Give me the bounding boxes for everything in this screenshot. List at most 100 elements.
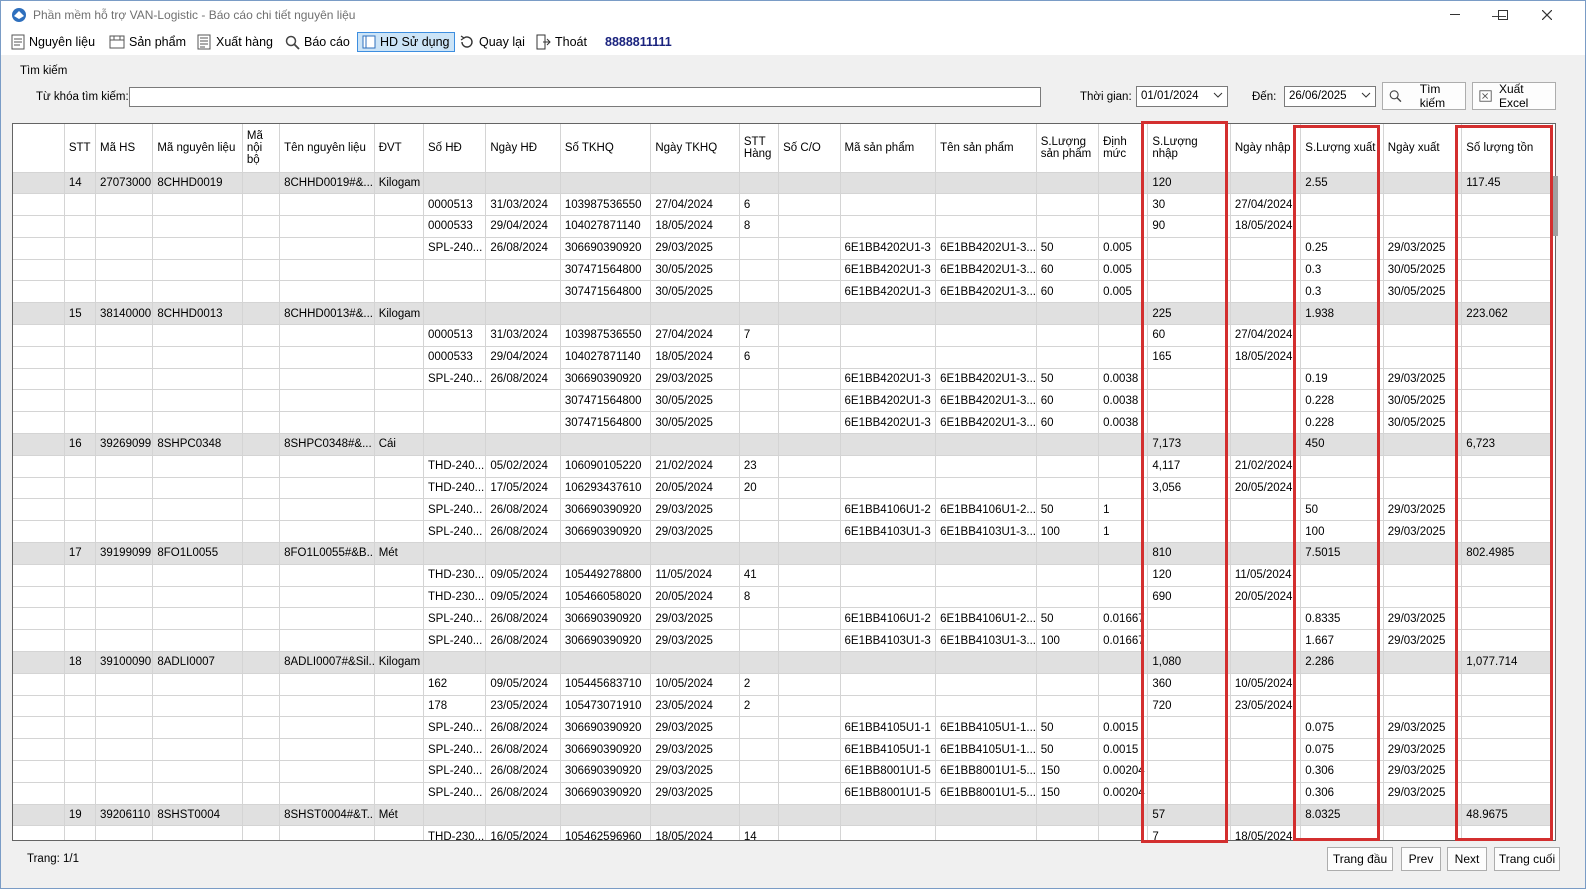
next-page-button[interactable]: Next	[1447, 847, 1487, 871]
table-row[interactable]: SPL-240... 26/08/2024 306690390920 29/03/20…	[13, 498, 1553, 522]
table-row[interactable]: 307471564800 30/05/2025 6E1BB4202U1-3 6E1BB…	[13, 280, 1553, 304]
menu-bao-cao[interactable]: Báo cáo	[285, 32, 350, 52]
table-row[interactable]: 0000533 29/04/2024 104027871140 18/05/2024 8…	[13, 215, 1553, 238]
table-group-row[interactable]: 18 39100090 8ADLI0007 8ADLI0007#&Sil... Kilo…	[13, 651, 1553, 674]
table-group-row[interactable]: 15 38140000 8CHHD0013 8CHHD0013#&... Kilogam…	[13, 302, 1553, 326]
column-header[interactable]: Số TKHQ	[560, 124, 652, 173]
table-group-row[interactable]: 16 39269099 8SHPC0348 8SHPC0348#&... Cái 7,17…	[13, 433, 1553, 456]
table-cell: 29/03/2025	[1383, 520, 1463, 544]
column-header[interactable]	[13, 124, 65, 173]
table-row[interactable]: SPL-240... 26/08/2024 306690390920 29/03/20…	[13, 520, 1553, 544]
column-header[interactable]: Ngày nhập	[1230, 124, 1302, 173]
table-cell	[560, 172, 652, 195]
column-header[interactable]: S.Lượng xuất	[1300, 124, 1384, 173]
table-cell	[64, 368, 97, 391]
last-page-button[interactable]: Trang cuối	[1494, 847, 1560, 871]
table-row[interactable]: SPL-240... 26/08/2024 306690390920 29/03/20…	[13, 368, 1553, 391]
column-header[interactable]: STT	[64, 124, 97, 173]
table-row[interactable]: SPL-240... 26/08/2024 306690390920 29/03/20…	[13, 782, 1553, 805]
menu-hd-su-dung[interactable]: HD Sử dụng	[357, 32, 455, 52]
first-page-button[interactable]: Trang đầu	[1327, 847, 1393, 871]
column-header[interactable]: Mã nội bộ	[242, 124, 281, 173]
column-header[interactable]: Mã sản phẩm	[840, 124, 937, 173]
table-cell: 6E1BB4105U1-1...	[935, 716, 1037, 740]
column-header[interactable]: Tên nguyên liệu	[279, 124, 375, 173]
table-row[interactable]: SPL-240... 26/08/2024 306690390920 29/03/20…	[13, 629, 1553, 653]
from-date-picker[interactable]: 01/01/2024	[1136, 86, 1228, 107]
table-row[interactable]: THD-230... 09/05/2024 105449278800 11/05/20…	[13, 564, 1553, 587]
table-row[interactable]: THD-240... 05/02/2024 106090105220 21/02/20…	[13, 455, 1553, 478]
close-button[interactable]	[1525, 1, 1569, 29]
table-cell: 30/05/2025	[650, 280, 740, 304]
column-header[interactable]: Mã nguyên liệu	[152, 124, 243, 173]
column-header[interactable]: STT Hàng	[739, 124, 780, 173]
menu-xuat-hang[interactable]: Xuất hàng	[196, 32, 273, 52]
table-cell	[242, 433, 281, 456]
table-cell	[1383, 433, 1463, 456]
table-row[interactable]: 178 23/05/2024 105473071910 23/05/2024 2 720 2…	[13, 695, 1553, 718]
table-cell	[560, 542, 652, 565]
search-button[interactable]: Tìm kiếm	[1382, 82, 1466, 110]
column-header[interactable]: Ngày TKHQ	[650, 124, 740, 173]
column-header[interactable]: Số HĐ	[423, 124, 487, 173]
table-cell	[1147, 259, 1231, 282]
table-row[interactable]: THD-240... 17/05/2024 106293437610 20/05/20…	[13, 477, 1553, 500]
table-cell	[1300, 324, 1384, 347]
table-row[interactable]: 307471564800 30/05/2025 6E1BB4202U1-3 6E1BB…	[13, 259, 1553, 282]
table-cell: 4,117	[1147, 455, 1231, 478]
table-row[interactable]: SPL-240... 26/08/2024 306690390920 29/03/20…	[13, 716, 1553, 740]
table-row[interactable]: SPL-240... 26/08/2024 306690390920 29/03/20…	[13, 760, 1553, 783]
table-row[interactable]: SPL-240... 26/08/2024 306690390920 29/03/20…	[13, 607, 1553, 631]
table-cell	[279, 215, 375, 238]
column-header[interactable]: Số lượng tồn	[1461, 124, 1553, 173]
prev-page-button[interactable]: Prev	[1401, 847, 1441, 871]
column-header[interactable]: Ngày xuất	[1383, 124, 1463, 173]
table-row[interactable]: 0000533 29/04/2024 104027871140 18/05/2024 6…	[13, 346, 1553, 369]
chevron-down-icon	[1213, 92, 1223, 98]
table-cell: Kilogam	[374, 651, 424, 674]
minimize-button-real[interactable]	[1433, 1, 1477, 29]
column-header[interactable]: S.Lượng sản phẩm	[1036, 124, 1100, 173]
keyword-input[interactable]	[129, 87, 1041, 107]
table-cell: 27/04/2024	[1230, 193, 1302, 217]
column-header[interactable]: Định mức	[1098, 124, 1149, 173]
vertical-scrollbar[interactable]	[1552, 176, 1558, 236]
maximize-button[interactable]	[1481, 1, 1525, 29]
table-cell: 27/04/2024	[650, 324, 740, 347]
menu-san-pham[interactable]: Sản phẩm	[109, 32, 186, 52]
menu-quay-lai[interactable]: Quay lại	[459, 32, 525, 52]
table-row[interactable]: 0000513 31/03/2024 103987536550 27/04/2024 6…	[13, 193, 1553, 217]
data-grid[interactable]: STT Mã HS Mã nguyên liệu Mã nội bộ Tên nguyê…	[12, 123, 1556, 841]
table-cell	[1036, 302, 1100, 326]
table-cell	[64, 215, 97, 238]
menu-thoat[interactable]: Thoát	[535, 32, 587, 52]
table-row[interactable]: 162 09/05/2024 105445683710 10/05/2024 2 360 1…	[13, 673, 1553, 696]
table-row[interactable]: THD-230... 09/05/2024 105466058020 20/05/20…	[13, 586, 1553, 609]
column-header[interactable]: Tên sản phẩm	[935, 124, 1037, 173]
table-row[interactable]: SPL-240... 26/08/2024 306690390920 29/03/20…	[13, 738, 1553, 762]
table-row[interactable]: SPL-240... 26/08/2024 306690390920 29/03/20…	[13, 237, 1553, 260]
table-cell	[64, 564, 97, 587]
table-cell	[423, 259, 487, 282]
table-group-row[interactable]: 17 39199099 8FO1L0055 8FO1L0055#&B... Mét 810…	[13, 542, 1553, 565]
table-cell: 6E1BB4103U1-3	[840, 520, 937, 544]
table-row[interactable]: THD-230... 16/05/2024 105462596960 18/05/20…	[13, 825, 1553, 840]
table-cell: 09/05/2024	[485, 564, 561, 587]
to-date-picker[interactable]: 26/06/2025	[1284, 86, 1376, 107]
export-excel-button[interactable]: Xuất Excel	[1472, 82, 1556, 110]
table-row[interactable]: 0000513 31/03/2024 103987536550 27/04/2024 7…	[13, 324, 1553, 347]
table-cell: 0.00204	[1098, 760, 1149, 783]
menu-nguyen-lieu[interactable]: Nguyên liệu	[11, 32, 95, 52]
table-row[interactable]: 307471564800 30/05/2025 6E1BB4202U1-3 6E1BB…	[13, 411, 1553, 435]
column-header[interactable]: Ngày HĐ	[485, 124, 561, 173]
table-group-row[interactable]: 19 39206110 8SHST0004 8SHST0004#&T... Mét 57 8…	[13, 804, 1553, 827]
table-group-row[interactable]: 14 27073000 8CHHD0019 8CHHD0019#&... Kilogam…	[13, 172, 1553, 195]
table-cell	[840, 651, 937, 674]
column-header[interactable]: Số C/O	[778, 124, 841, 173]
table-cell: 29/03/2025	[650, 520, 740, 544]
column-header[interactable]: Mã HS	[95, 124, 154, 173]
table-row[interactable]: 307471564800 30/05/2025 6E1BB4202U1-3 6E1BB…	[13, 389, 1553, 413]
column-header[interactable]: ĐVT	[374, 124, 424, 173]
column-header[interactable]: S.Lượng nhập	[1147, 124, 1231, 173]
table-cell	[64, 280, 97, 304]
